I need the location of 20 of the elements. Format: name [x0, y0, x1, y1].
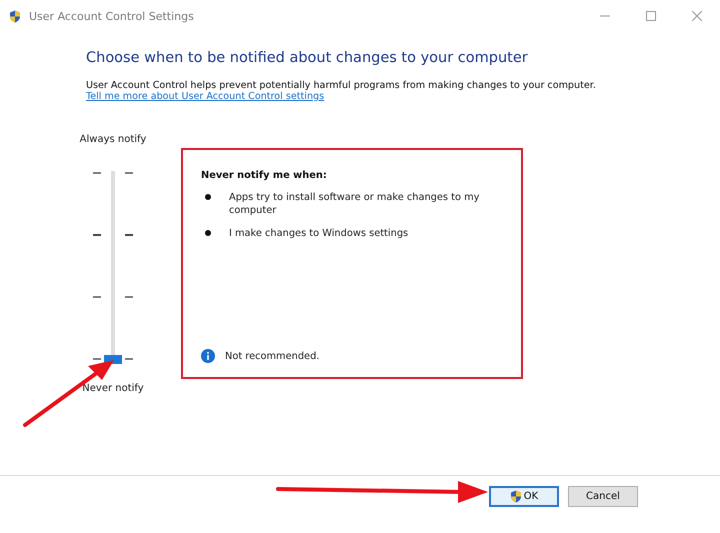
slider-bottom-label: Never notify — [82, 383, 144, 394]
warning-note: Not recommended. — [225, 350, 320, 362]
shield-icon — [510, 490, 522, 503]
bullet-icon — [205, 194, 211, 200]
page-heading: Choose when to be notified about changes to your computer — [86, 50, 529, 66]
bullet-icon — [205, 230, 211, 236]
details-title: Never notify me when: — [201, 170, 328, 181]
slider-top-label: Always notify — [80, 134, 146, 145]
shield-icon — [9, 10, 21, 22]
close-icon — [692, 11, 702, 21]
details-item: Apps try to install software or make changes to my computer — [229, 191, 480, 217]
info-icon — [201, 349, 215, 363]
ok-button[interactable]: OK — [489, 486, 559, 507]
help-link[interactable]: Tell me more about User Account Control settings — [86, 91, 324, 102]
details-item: I make changes to Windows settings — [229, 227, 410, 240]
slider-track[interactable] — [111, 171, 115, 354]
cancel-button[interactable]: Cancel — [568, 486, 638, 507]
description-text: User Account Control helps prevent potentially harmful programs from making changes to your computer. — [86, 80, 597, 91]
window-title: User Account Control Settings — [29, 10, 194, 22]
maximize-icon — [646, 11, 656, 21]
